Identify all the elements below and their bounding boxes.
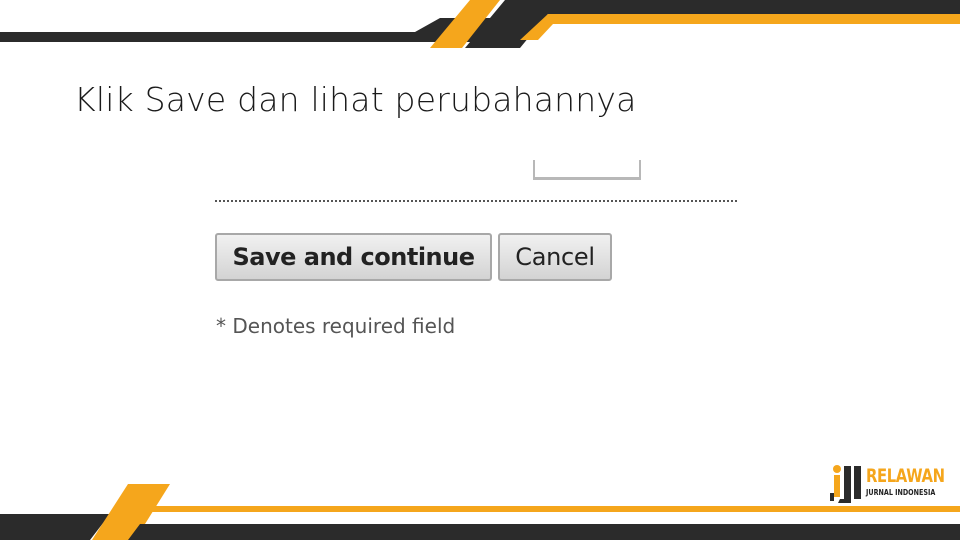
required-field-note: * Denotes required field (216, 314, 456, 338)
save-and-continue-button[interactable]: Save and continue (215, 233, 492, 281)
relawan-jurnal-indonesia-logo: RELAWAN JURNAL INDONESIA (830, 463, 950, 503)
logo-subtitle: JURNAL INDONESIA (866, 488, 936, 497)
logo-mark-icon (830, 465, 861, 503)
slide-title: Klik Save dan lihat perubahannya (74, 80, 637, 119)
dotted-divider (215, 200, 737, 202)
form-screenshot: Save and continue Cancel * Denotes requi… (200, 160, 760, 360)
cancel-button[interactable]: Cancel (498, 233, 612, 281)
text-input-bottom-edge[interactable] (533, 160, 641, 180)
logo-wordmark: RELAWAN (866, 465, 945, 487)
top-decorative-band (0, 0, 960, 48)
